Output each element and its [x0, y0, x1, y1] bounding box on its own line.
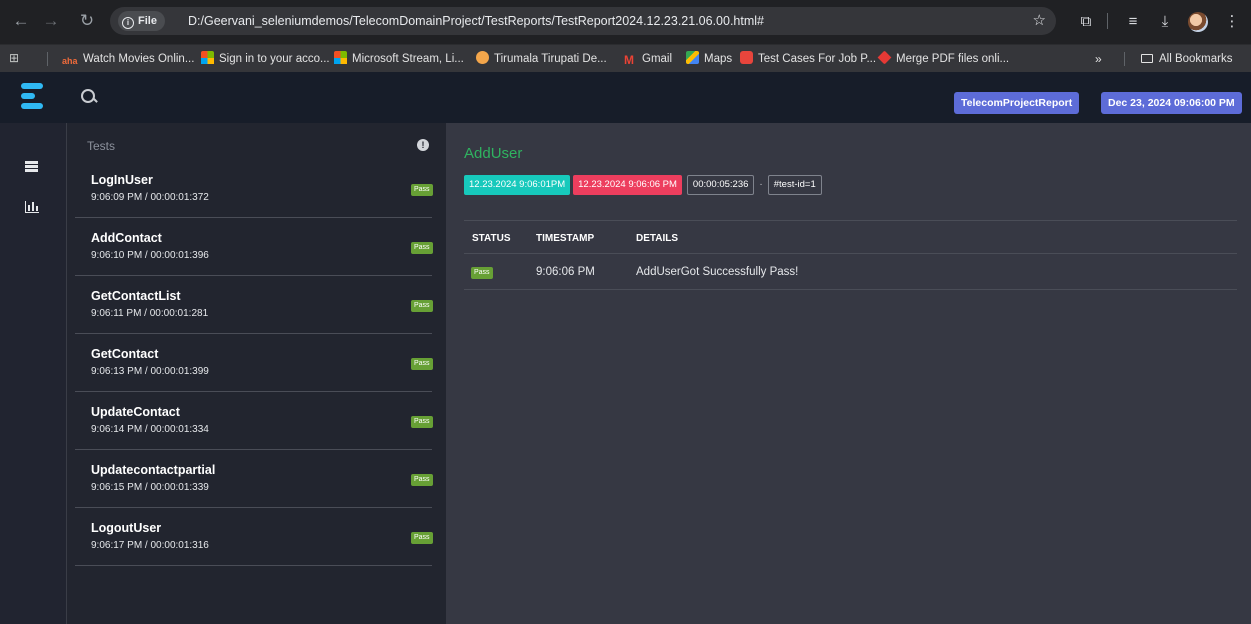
test-list: LogInUser 9:06:09 PM / 00:00:01:372 Pass… — [75, 160, 433, 566]
column-header-details: DETAILS — [636, 233, 679, 244]
test-list-panel: Tests ! LogInUser 9:06:09 PM / 00:00:01:… — [66, 123, 446, 624]
test-item-getcontact[interactable]: GetContact 9:06:13 PM / 00:00:01:399 Pas… — [75, 334, 433, 392]
bookmark-star-icon[interactable]: ☆ — [1033, 7, 1046, 35]
bookmark-item[interactable]: Merge PDF files onli... — [877, 45, 1009, 73]
reading-list-icon[interactable]: ≡ — [1121, 9, 1145, 35]
test-meta: 9:06:15 PM / 00:00:01:339 — [91, 482, 209, 493]
log-timestamp: 9:06:06 PM — [536, 266, 595, 278]
test-name: UpdateContact — [91, 405, 180, 419]
toolbar-divider — [1107, 13, 1108, 29]
log-table-header: STATUS TIMESTAMP DETAILS — [464, 220, 1237, 254]
bookmark-item[interactable]: Test Cases For Job P... — [740, 45, 876, 73]
browser-toolbar: ← → ↻ i File D:/Geervani_seleniumdemos/Te… — [0, 0, 1251, 44]
back-arrow-icon[interactable]: ← — [8, 8, 34, 34]
status-badge: Pass — [411, 358, 433, 370]
test-id-badge: #test-id=1 — [767, 175, 822, 195]
table-row: Pass 9:06:06 PM AddUserGot Successfully … — [464, 254, 1237, 290]
test-item-logoutuser[interactable]: LogoutUser 9:06:17 PM / 00:00:01:316 Pas… — [75, 508, 433, 566]
gmail-icon: M — [624, 53, 634, 67]
pdf-icon — [877, 50, 892, 65]
end-time-badge: 12.23.2024 9:06:06 PM — [573, 175, 682, 195]
test-meta: 9:06:10 PM / 00:00:01:396 — [91, 250, 209, 261]
test-item-addcontact[interactable]: AddContact 9:06:10 PM / 00:00:01:396 Pas… — [75, 218, 433, 276]
test-name: LogoutUser — [91, 521, 162, 535]
bookmarks-divider — [47, 52, 48, 66]
url-text[interactable]: D:/Geervani_seleniumdemos/TelecomDomainP… — [188, 7, 764, 35]
testcases-icon — [740, 51, 753, 64]
bookmark-item[interactable]: M Gmail — [624, 45, 672, 73]
status-badge: Pass — [411, 416, 433, 428]
report-date-badge: Dec 23, 2024 09:06:00 PM — [1101, 92, 1242, 114]
microsoft-icon — [334, 51, 347, 64]
test-name: GetContact — [91, 347, 159, 361]
bookmark-item[interactable]: Sign in to your acco... — [201, 45, 330, 73]
tests-heading: Tests — [87, 139, 116, 153]
reload-icon[interactable]: ↻ — [74, 8, 100, 34]
bookmarks-bar: ⊞ aha Watch Movies Onlin... Sign in to yo… — [0, 44, 1251, 72]
aha-icon: aha — [62, 56, 78, 66]
column-header-timestamp: TIMESTAMP — [536, 233, 595, 244]
kebab-menu-icon[interactable]: ⋮ — [1220, 9, 1244, 35]
profile-avatar[interactable] — [1188, 12, 1208, 32]
test-meta: 9:06:09 PM / 00:00:01:372 — [91, 192, 209, 203]
dashboard-chart-icon[interactable] — [25, 201, 39, 213]
test-name: Updatecontactpartial — [91, 463, 216, 477]
bookmark-item[interactable]: Microsoft Stream, Li... — [334, 45, 464, 73]
status-badge: Pass — [471, 267, 493, 279]
site-info-chip[interactable]: i File — [118, 11, 165, 31]
column-header-status: STATUS — [472, 233, 511, 244]
test-name: AddContact — [91, 231, 162, 245]
maps-icon — [686, 51, 699, 64]
test-meta: 9:06:14 PM / 00:00:01:334 — [91, 424, 209, 435]
report-name-badge: TelecomProjectReport — [954, 92, 1080, 114]
microsoft-icon — [201, 51, 214, 64]
forward-arrow-icon[interactable]: → — [38, 8, 64, 34]
bookmark-item[interactable]: Maps — [686, 45, 732, 73]
test-name: LogInUser — [91, 173, 153, 187]
test-time-chips: 12.23.2024 9:06:01PM 12.23.2024 9:06:06 P… — [464, 175, 822, 195]
status-badge: Pass — [411, 184, 433, 196]
status-badge: Pass — [411, 532, 433, 544]
apps-grid-icon[interactable]: ⊞ — [9, 51, 23, 65]
duration-badge: 00:00:05:236 — [686, 175, 755, 195]
test-list-icon[interactable] — [25, 161, 38, 172]
test-item-updatecontact[interactable]: UpdateContact 9:06:14 PM / 00:00:01:334 … — [75, 392, 433, 450]
test-detail-panel: AddUser 12.23.2024 9:06:01PM 12.23.2024 9… — [446, 123, 1251, 624]
bookmarks-divider — [1124, 52, 1125, 66]
status-badge: Pass — [411, 242, 433, 254]
test-title: AddUser — [464, 145, 523, 162]
search-icon[interactable] — [80, 88, 98, 106]
test-meta: 9:06:13 PM / 00:00:01:399 — [91, 366, 209, 377]
test-item-getcontactlist[interactable]: GetContactList 9:06:11 PM / 00:00:01:281… — [75, 276, 433, 334]
bookmark-item[interactable]: aha Watch Movies Onlin... — [62, 45, 194, 73]
report-header: TelecomProjectReport Dec 23, 2024 09:06:… — [0, 72, 1251, 123]
status-badge: Pass — [411, 300, 433, 312]
folder-icon — [1141, 54, 1153, 63]
info-circle-icon: i — [122, 17, 134, 29]
status-badge: Pass — [411, 474, 433, 486]
test-item-updatecontactpartial[interactable]: Updatecontactpartial 9:06:15 PM / 00:00:… — [75, 450, 433, 508]
test-meta: 9:06:17 PM / 00:00:01:316 — [91, 540, 209, 551]
report-app: TelecomProjectReport Dec 23, 2024 09:06:… — [0, 72, 1251, 624]
bookmark-item[interactable]: Tirumala Tirupati De... — [476, 45, 607, 73]
info-icon[interactable]: ! — [417, 139, 429, 151]
test-name: GetContactList — [91, 289, 181, 303]
log-details: AddUserGot Successfully Pass! — [636, 266, 799, 278]
side-navigation — [0, 123, 66, 624]
chip-separator: · — [759, 179, 763, 190]
more-bookmarks-chevron[interactable]: » — [1095, 45, 1102, 73]
log-table: STATUS TIMESTAMP DETAILS Pass 9:06:06 PM… — [464, 220, 1237, 290]
all-bookmarks-button[interactable]: All Bookmarks — [1141, 45, 1233, 73]
extent-logo-icon — [21, 83, 45, 111]
test-meta: 9:06:11 PM / 00:00:01:281 — [91, 308, 209, 319]
start-time-badge: 12.23.2024 9:06:01PM — [464, 175, 571, 195]
ttd-icon — [476, 51, 489, 64]
address-bar[interactable]: i File D:/Geervani_seleniumdemos/TelecomD… — [110, 7, 1056, 35]
download-icon[interactable]: ⤓ — [1153, 9, 1177, 35]
extensions-puzzle-icon[interactable]: ⧉ — [1074, 9, 1098, 35]
test-item-loginuser[interactable]: LogInUser 9:06:09 PM / 00:00:01:372 Pass — [75, 160, 433, 218]
